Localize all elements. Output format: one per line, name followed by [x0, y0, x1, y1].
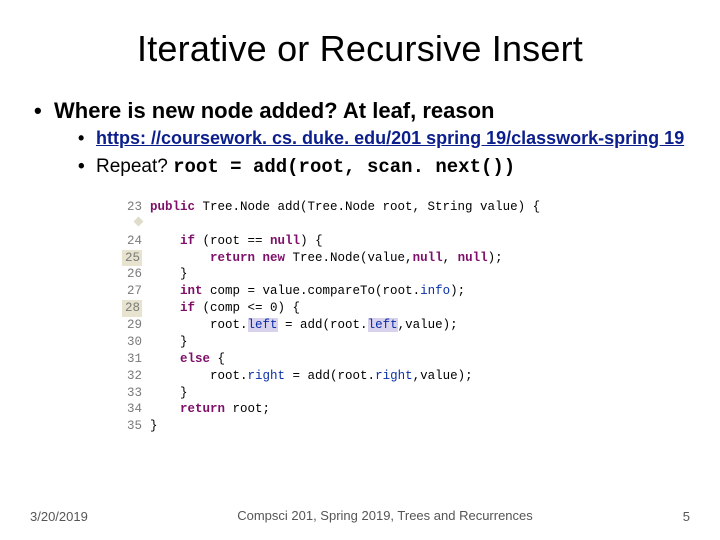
code-text: } [150, 385, 188, 402]
gutter-line-number: 24 [116, 233, 150, 250]
code-text: public Tree.Node add(Tree.Node root, Str… [150, 199, 540, 233]
bullet-link-item: https: //coursework. cs. duke. edu/201 s… [78, 126, 692, 150]
code-text: if (comp <= 0) { [150, 300, 300, 317]
code-screenshot: 23public Tree.Node add(Tree.Node root, S… [110, 195, 610, 441]
code-line: 30 } [116, 334, 604, 351]
sub-bullets: https: //coursework. cs. duke. edu/201 s… [54, 126, 692, 181]
gutter-line-number: 30 [116, 334, 150, 351]
gutter-line-number: 25 [116, 250, 150, 267]
code-line: 26 } [116, 266, 604, 283]
code-text: return new Tree.Node(value,null, null); [150, 250, 503, 267]
gutter-line-number: 33 [116, 385, 150, 402]
bullet-main: Where is new node added? At leaf, reason… [34, 98, 692, 181]
code-line: 32 root.right = add(root.right,value); [116, 368, 604, 385]
gutter-line-number: 28 [116, 300, 150, 317]
gutter-line-number: 32 [116, 368, 150, 385]
footer-date: 3/20/2019 [30, 509, 120, 524]
footer-page-number: 5 [650, 509, 690, 524]
code-text: else { [150, 351, 225, 368]
code-text: } [150, 266, 188, 283]
bullet-repeat-item: Repeat? root = add(root, scan. next()) [78, 154, 692, 181]
gutter-line-number: 23 [116, 199, 150, 233]
code-line: 28 if (comp <= 0) { [116, 300, 604, 317]
code-text: } [150, 334, 188, 351]
code-text: int comp = value.compareTo(root.info); [150, 283, 465, 300]
code-text: return root; [150, 401, 270, 418]
gutter-line-number: 29 [116, 317, 150, 334]
code-line: 33 } [116, 385, 604, 402]
code-line: 29 root.left = add(root.left,value); [116, 317, 604, 334]
bullet-main-text: Where is new node added? At leaf, reason [54, 98, 495, 123]
footer: 3/20/2019 Compsci 201, Spring 2019, Tree… [0, 508, 720, 524]
code-line: 34 return root; [116, 401, 604, 418]
code-line: 25 return new Tree.Node(value,null, null… [116, 250, 604, 267]
code-line: 24 if (root == null) { [116, 233, 604, 250]
code-line: 31 else { [116, 351, 604, 368]
code-text: } [150, 418, 158, 435]
footer-center: Compsci 201, Spring 2019, Trees and Recu… [120, 508, 650, 524]
code-line: 35} [116, 418, 604, 435]
bullet-list: Where is new node added? At leaf, reason… [28, 98, 692, 181]
repeat-label: Repeat? [96, 156, 173, 177]
page-title: Iterative or Recursive Insert [28, 28, 692, 70]
coursework-link[interactable]: https: //coursework. cs. duke. edu/201 s… [96, 128, 684, 148]
gutter-line-number: 26 [116, 266, 150, 283]
repeat-code: root = add(root, scan. next()) [173, 156, 515, 178]
code-line: 23public Tree.Node add(Tree.Node root, S… [116, 199, 604, 233]
code-line: 27 int comp = value.compareTo(root.info)… [116, 283, 604, 300]
gutter-line-number: 35 [116, 418, 150, 435]
code-text: if (root == null) { [150, 233, 323, 250]
gutter-line-number: 31 [116, 351, 150, 368]
gutter-line-number: 27 [116, 283, 150, 300]
code-text: root.right = add(root.right,value); [150, 368, 473, 385]
code-text: root.left = add(root.left,value); [150, 317, 458, 334]
gutter-line-number: 34 [116, 401, 150, 418]
slide: Iterative or Recursive Insert Where is n… [0, 0, 720, 540]
breakpoint-icon [134, 216, 144, 226]
